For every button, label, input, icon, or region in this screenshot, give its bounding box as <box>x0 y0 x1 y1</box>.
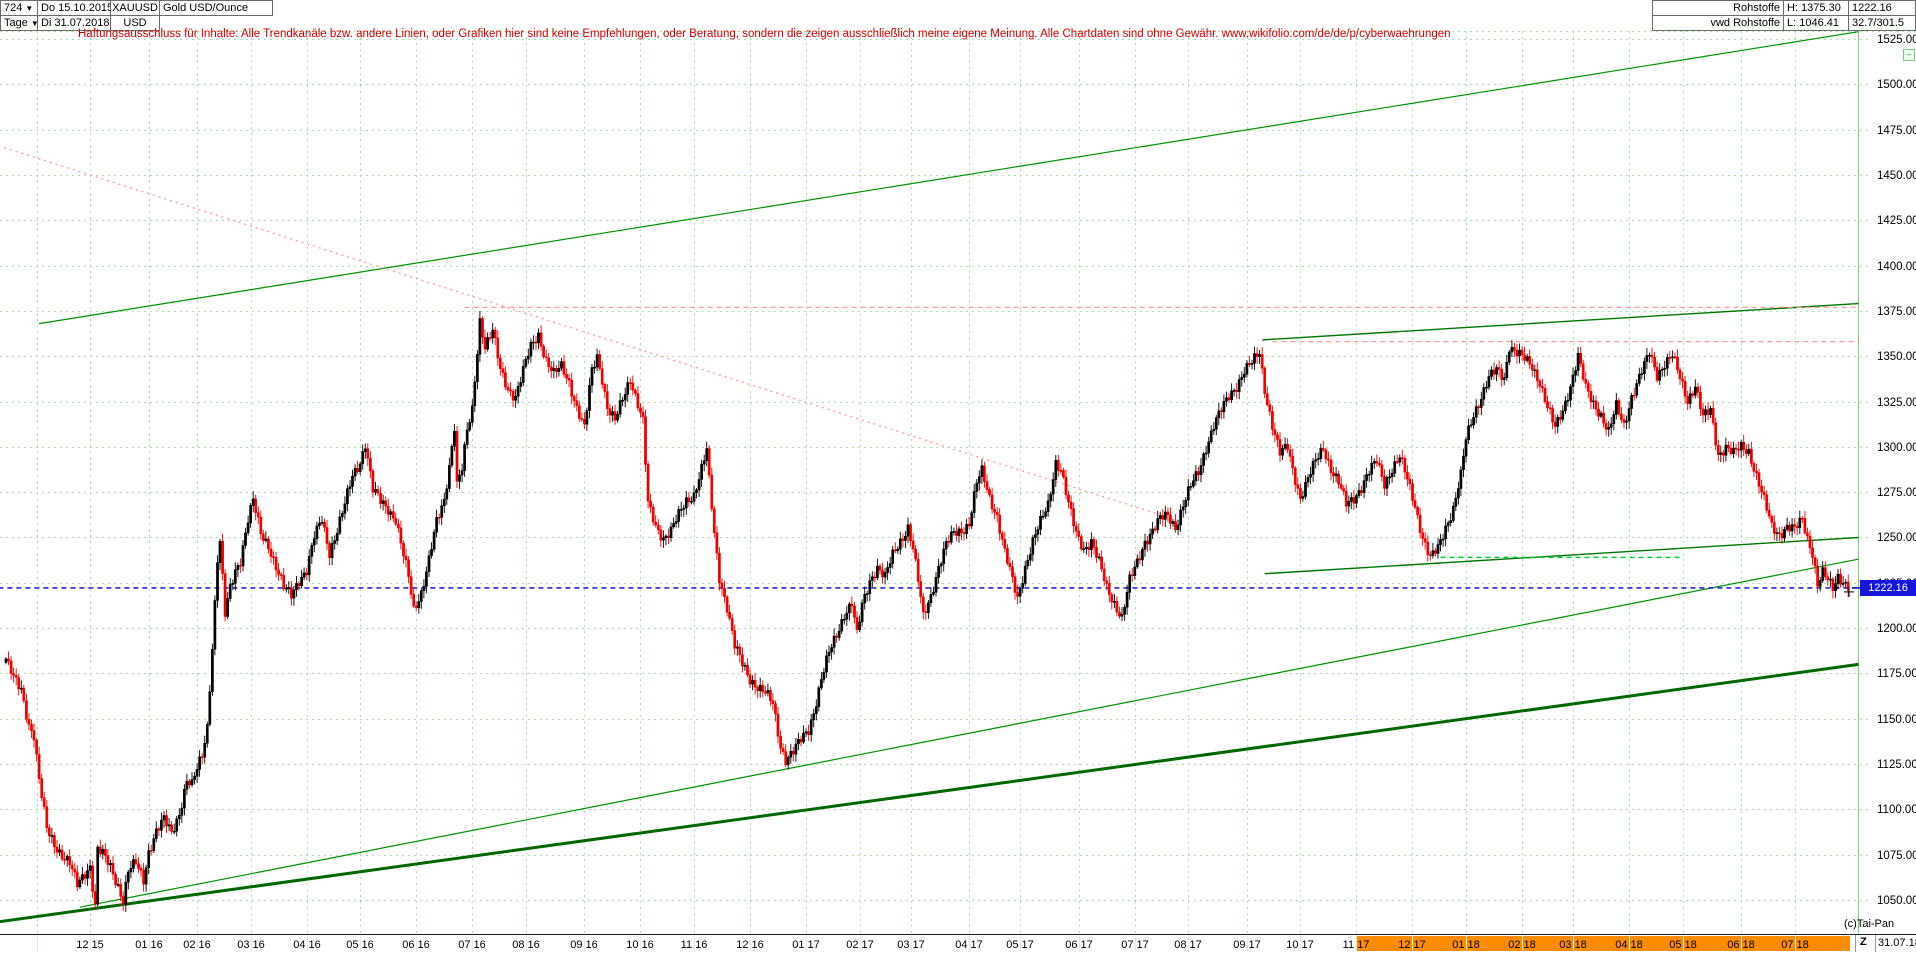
svg-text:08 16: 08 16 <box>512 939 540 951</box>
period-low-cell: L: 1046.41 <box>1783 15 1849 31</box>
svg-text:01 18: 01 18 <box>1452 939 1480 951</box>
last-price-badge: 1222.16 <box>1860 580 1916 596</box>
svg-text:1400.00: 1400.00 <box>1877 261 1916 273</box>
svg-text:1500.00: 1500.00 <box>1877 79 1916 91</box>
svg-text:03 16: 03 16 <box>237 939 265 951</box>
svg-text:09 17: 09 17 <box>1233 939 1261 951</box>
disclaimer-text: Haftungsausschluss für Inhalte: Alle Tre… <box>78 28 1451 40</box>
svg-text:01 17: 01 17 <box>792 939 820 951</box>
svg-text:04 17: 04 17 <box>955 939 983 951</box>
range-info-cell: 32.7/301.5 <box>1848 15 1916 31</box>
period-dropdown[interactable]: Tage ▼ <box>0 15 38 31</box>
svg-text:05 17: 05 17 <box>1006 939 1034 951</box>
svg-text:1250.00: 1250.00 <box>1877 532 1916 544</box>
svg-text:10 16: 10 16 <box>626 939 654 951</box>
chart-start-date[interactable]: Do 15.10.2015 <box>37 0 111 16</box>
taipan-chart-window: 1525.00 1500.00 1475.00 1450.00 1425.00 1400.… <box>0 0 1916 952</box>
svg-text:02 17: 02 17 <box>846 939 874 951</box>
instrument-name-cell: Gold USD/Ounce <box>159 0 273 16</box>
svg-text:1100.00: 1100.00 <box>1877 804 1916 816</box>
svg-text:07 18: 07 18 <box>1781 939 1809 951</box>
copyright-label: (c)Tai-Pan <box>1844 918 1894 930</box>
svg-text:1050.00: 1050.00 <box>1877 895 1916 907</box>
svg-text:1450.00: 1450.00 <box>1877 170 1916 182</box>
svg-text:02 16: 02 16 <box>183 939 211 951</box>
highlight-band <box>1356 936 1850 951</box>
svg-text:06 18: 06 18 <box>1727 939 1755 951</box>
period-high-cell: H: 1375.30 <box>1783 0 1849 16</box>
category-cell: Rohstoffe <box>1652 0 1784 16</box>
svg-text:02 18: 02 18 <box>1508 939 1536 951</box>
svg-text:12 16: 12 16 <box>736 939 764 951</box>
last-price-cell: 1222.16 <box>1848 0 1916 16</box>
svg-text:05 16: 05 16 <box>346 939 374 951</box>
svg-text:1375.00: 1375.00 <box>1877 306 1916 318</box>
collapse-axis-button[interactable]: – <box>1903 49 1915 61</box>
svg-text:12 15: 12 15 <box>76 939 104 951</box>
svg-text:03 18: 03 18 <box>1559 939 1587 951</box>
svg-text:01 16: 01 16 <box>135 939 163 951</box>
svg-text:1125.00: 1125.00 <box>1877 759 1916 771</box>
svg-text:1075.00: 1075.00 <box>1877 850 1916 862</box>
svg-text:09 16: 09 16 <box>570 939 598 951</box>
symbol-cell[interactable]: XAUUSD <box>110 0 160 16</box>
svg-text:1150.00: 1150.00 <box>1877 714 1916 726</box>
svg-text:1275.00: 1275.00 <box>1877 487 1916 499</box>
svg-text:1175.00: 1175.00 <box>1877 668 1916 680</box>
svg-text:07 16: 07 16 <box>458 939 486 951</box>
last-date-label: 31.07.18 <box>1878 937 1916 949</box>
svg-text:03 17: 03 17 <box>897 939 925 951</box>
svg-text:11 17: 11 17 <box>1343 939 1370 951</box>
svg-text:04 18: 04 18 <box>1615 939 1643 951</box>
bars-count-value: 724 <box>4 2 22 14</box>
chart-svg[interactable]: 1525.00 1500.00 1475.00 1450.00 1425.00 1400.… <box>0 0 1916 952</box>
svg-text:1350.00: 1350.00 <box>1877 351 1916 363</box>
price-chart-canvas[interactable]: 1525.00 1500.00 1475.00 1450.00 1425.00 1400.… <box>0 0 1916 957</box>
svg-text:08 17: 08 17 <box>1174 939 1202 951</box>
svg-text:06 17: 06 17 <box>1065 939 1093 951</box>
svg-text:05 18: 05 18 <box>1669 939 1697 951</box>
svg-text:1475.00: 1475.00 <box>1877 125 1916 137</box>
svg-text:07 17: 07 17 <box>1121 939 1149 951</box>
svg-text:11 16: 11 16 <box>681 939 708 951</box>
svg-text:12 17: 12 17 <box>1398 939 1426 951</box>
svg-text:1200.00: 1200.00 <box>1877 623 1916 635</box>
svg-text:1300.00: 1300.00 <box>1877 442 1916 454</box>
svg-text:06 16: 06 16 <box>402 939 430 951</box>
chevron-down-icon: ▼ <box>25 4 33 13</box>
svg-text:04 16: 04 16 <box>293 939 321 951</box>
svg-text:1325.00: 1325.00 <box>1877 397 1916 409</box>
zoom-indicator-label[interactable]: Z <box>1860 936 1867 948</box>
svg-text:1525.00: 1525.00 <box>1877 34 1916 46</box>
period-value: Tage <box>4 17 28 29</box>
feed-cell: vwd Rohstoffe <box>1652 15 1784 31</box>
svg-text:10 17: 10 17 <box>1286 939 1314 951</box>
svg-text:1425.00: 1425.00 <box>1877 215 1916 227</box>
bars-count-dropdown[interactable]: 724 ▼ <box>0 0 38 16</box>
